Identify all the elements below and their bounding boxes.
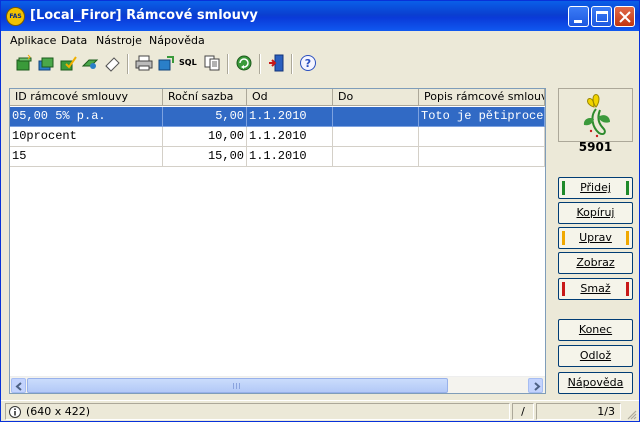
- copy-button-label: Kopíruj: [576, 206, 615, 219]
- cell-description: Toto je pětiprocen: [419, 107, 545, 127]
- toolbar: SQL ?: [7, 52, 633, 79]
- menu-bar: Aplikace Data Nástroje Nápověda: [1, 31, 639, 50]
- cell-to: [333, 147, 419, 167]
- flower-logo-icon: [583, 94, 610, 138]
- menu-nastroje[interactable]: Nástroje: [96, 34, 142, 47]
- status-info-text: (640 x 422): [26, 405, 91, 418]
- cell-rate: 15,00: [163, 147, 247, 167]
- table-row[interactable]: 15 15,00 1.1.2010: [10, 147, 545, 167]
- column-header-to[interactable]: Do: [333, 89, 419, 106]
- horizontal-scrollbar[interactable]: [10, 376, 545, 393]
- edit-record-icon[interactable]: [59, 54, 77, 72]
- postpone-button[interactable]: Odlož: [558, 345, 633, 367]
- maximize-icon: [596, 11, 608, 22]
- menu-aplikace[interactable]: Aplikace: [10, 34, 56, 47]
- scroll-thumb[interactable]: [27, 378, 448, 393]
- scroll-right-button[interactable]: [528, 378, 543, 393]
- user-id: 5901: [578, 140, 613, 154]
- menu-data[interactable]: Data: [61, 34, 87, 47]
- copy-button[interactable]: Kopíruj: [558, 202, 633, 224]
- accent-bar: [626, 181, 629, 195]
- copy-document-icon[interactable]: [203, 54, 221, 72]
- help-icon[interactable]: ?: [299, 54, 317, 72]
- add-record-icon[interactable]: [15, 54, 33, 72]
- view-record-icon[interactable]: [81, 54, 99, 72]
- toolbar-separator: [259, 54, 261, 74]
- help-button-label: Nápověda: [567, 376, 624, 389]
- table-header: ID rámcové smlouvy Roční sazba Od Do Pop…: [10, 89, 545, 106]
- column-header-rate[interactable]: Roční sazba: [163, 89, 247, 106]
- cell-from: 1.1.2010: [247, 127, 333, 147]
- thumb-grip: [236, 383, 237, 389]
- status-bar: (640 x 422) / 1/3: [1, 400, 639, 421]
- postpone-button-label: Odlož: [579, 349, 612, 362]
- cell-description: [419, 147, 545, 167]
- toolbar-separator: [291, 54, 293, 74]
- column-header-from[interactable]: Od: [247, 89, 333, 106]
- menu-napoveda[interactable]: Nápověda: [149, 34, 205, 47]
- help-button[interactable]: Nápověda: [558, 372, 633, 394]
- accent-bar: [562, 181, 565, 195]
- cell-id: 10procent: [10, 127, 163, 147]
- close-form-button[interactable]: Konec: [558, 319, 633, 341]
- accent-bar: [626, 231, 629, 245]
- cell-from: 1.1.2010: [247, 107, 333, 127]
- main-window: FAS [Local_Firor] Rámcové smlouvy Aplika…: [0, 0, 640, 422]
- accent-bar: [626, 282, 629, 296]
- add-button-label: Přidej: [580, 181, 611, 194]
- minimize-button[interactable]: [568, 6, 589, 27]
- view-button[interactable]: Zobraz: [558, 252, 633, 274]
- contracts-table[interactable]: ID rámcové smlouvy Roční sazba Od Do Pop…: [9, 88, 546, 394]
- cell-from: 1.1.2010: [247, 147, 333, 167]
- column-header-description[interactable]: Popis rámcové smlouvy: [419, 89, 545, 106]
- thumb-grip: [239, 383, 240, 389]
- minimize-icon: [574, 20, 582, 23]
- copy-record-icon[interactable]: [37, 54, 55, 72]
- export-icon[interactable]: [157, 54, 175, 72]
- view-button-label: Zobraz: [576, 256, 615, 269]
- delete-button-label: Smaž: [580, 282, 611, 295]
- cell-to: [333, 107, 419, 127]
- info-icon: [9, 406, 21, 418]
- status-page-field: 1/3: [536, 403, 621, 420]
- print-icon[interactable]: [135, 54, 153, 72]
- app-logo-icon[interactable]: FAS: [6, 7, 25, 26]
- arrow-left-icon: [15, 382, 22, 391]
- refresh-icon[interactable]: [235, 54, 253, 72]
- maximize-button[interactable]: [591, 6, 612, 27]
- resize-grip-icon[interactable]: [625, 408, 637, 420]
- erase-icon[interactable]: [103, 54, 121, 72]
- svg-text:?: ?: [305, 57, 311, 70]
- table-row[interactable]: 10procent 10,00 1.1.2010: [10, 127, 545, 147]
- cell-id: 15: [10, 147, 163, 167]
- window-title: [Local_Firor] Rámcové smlouvy: [30, 8, 258, 23]
- exit-door-icon[interactable]: [267, 54, 285, 72]
- column-header-id[interactable]: ID rámcové smlouvy: [10, 89, 163, 106]
- accent-bar: [562, 282, 565, 296]
- edit-button[interactable]: Uprav: [558, 227, 633, 249]
- table-row[interactable]: 05,00 5% p.a. 5,00 1.1.2010 Toto je pěti…: [10, 107, 545, 127]
- cell-description: [419, 127, 545, 147]
- arrow-right-icon: [534, 382, 541, 391]
- close-button[interactable]: [614, 6, 635, 27]
- title-bar[interactable]: FAS [Local_Firor] Rámcové smlouvy: [1, 1, 639, 31]
- cell-id: 05,00 5% p.a.: [10, 107, 163, 127]
- close-icon: [619, 11, 631, 23]
- sql-icon[interactable]: SQL: [179, 54, 197, 72]
- cell-to: [333, 127, 419, 147]
- status-info-field: (640 x 422): [5, 403, 510, 420]
- scroll-left-button[interactable]: [11, 378, 26, 393]
- thumb-grip: [233, 383, 234, 389]
- close-form-button-label: Konec: [578, 323, 613, 336]
- cell-rate: 5,00: [163, 107, 247, 127]
- delete-button[interactable]: Smaž: [558, 278, 633, 300]
- add-button[interactable]: Přidej: [558, 177, 633, 199]
- toolbar-separator: [227, 54, 229, 74]
- status-mid-field: /: [512, 403, 534, 420]
- accent-bar: [562, 231, 565, 245]
- toolbar-separator: [127, 54, 129, 74]
- edit-button-label: Uprav: [579, 231, 612, 244]
- cell-rate: 10,00: [163, 127, 247, 147]
- company-logo: [558, 88, 633, 142]
